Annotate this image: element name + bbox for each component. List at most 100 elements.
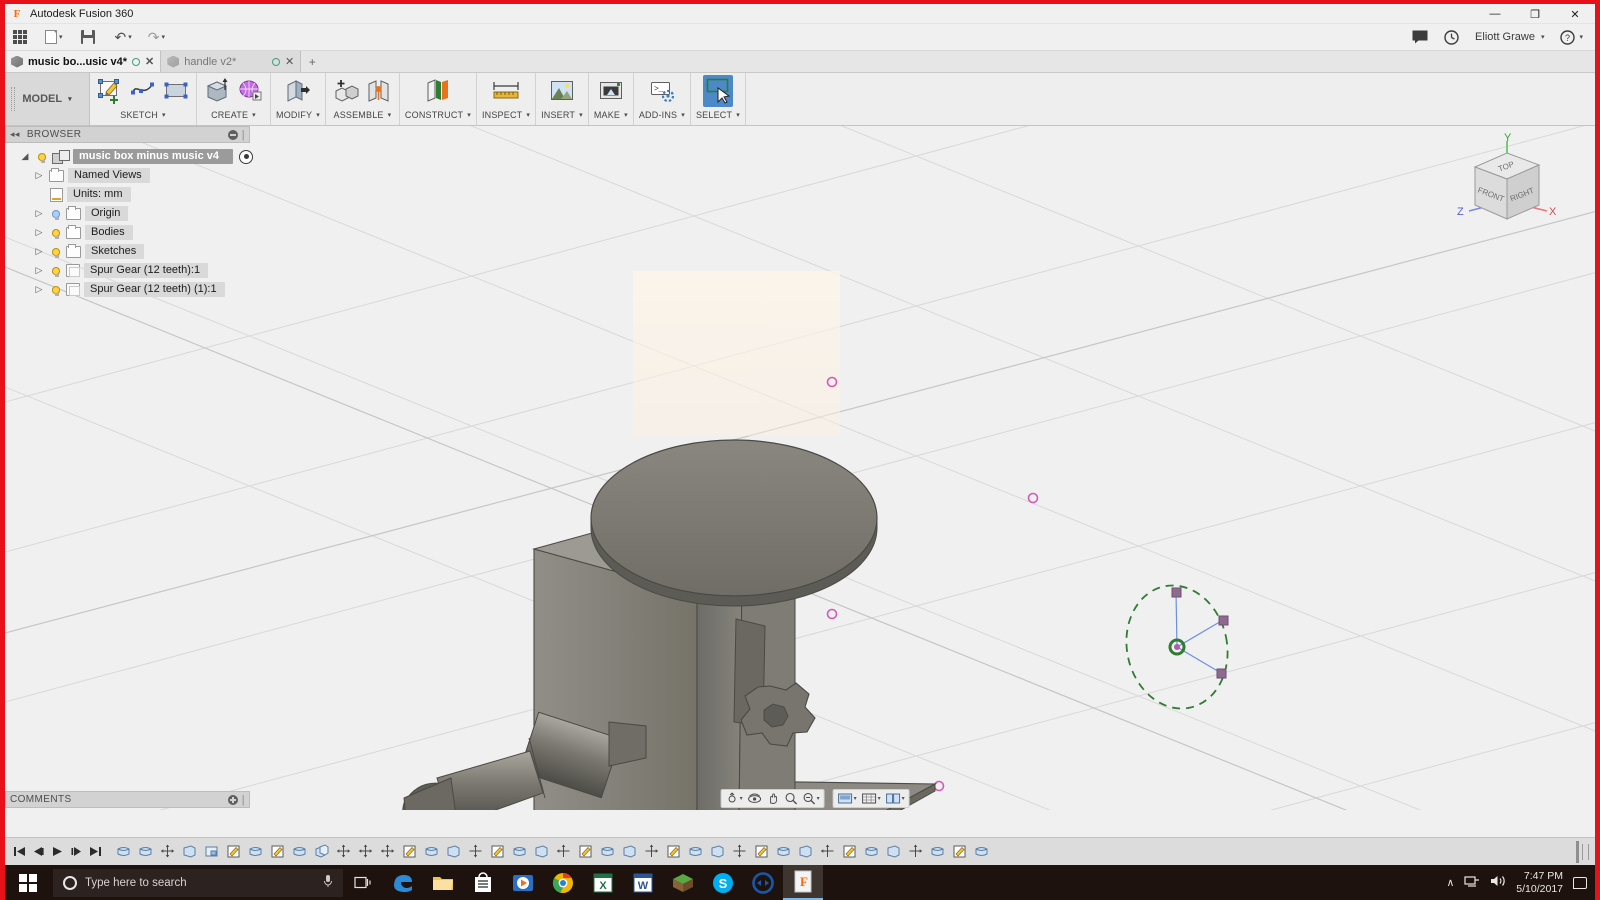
- spline-button[interactable]: [128, 75, 158, 107]
- ribbon-group-label[interactable]: CONSTRUCT ▾: [405, 110, 471, 120]
- action-center-icon[interactable]: [1573, 876, 1587, 889]
- timeline-feature[interactable]: [820, 844, 835, 859]
- ribbon-group-label[interactable]: MAKE ▾: [594, 110, 628, 120]
- timeline-feature[interactable]: [754, 844, 769, 859]
- comments-panel-header[interactable]: COMMENTS |: [5, 791, 250, 808]
- timeline-feature[interactable]: [666, 844, 681, 859]
- close-icon[interactable]: ✕: [285, 55, 294, 68]
- timeline-jump-start-button[interactable]: [13, 845, 26, 858]
- tree-item-origin[interactable]: ▷ Origin: [5, 204, 250, 223]
- timeline-feature[interactable]: [930, 844, 945, 859]
- help-button[interactable]: ? ▾: [1560, 29, 1583, 45]
- expand-twisty-icon[interactable]: ▷: [33, 227, 45, 238]
- timeline-feature[interactable]: [204, 844, 219, 859]
- start-button[interactable]: [5, 865, 51, 900]
- task-view-button[interactable]: [343, 865, 383, 900]
- timeline-feature[interactable]: [424, 844, 439, 859]
- tree-item-bodies[interactable]: ▷ Bodies: [5, 223, 250, 242]
- timeline-feature[interactable]: [732, 844, 747, 859]
- add-comment-icon[interactable]: [227, 794, 238, 805]
- rectangle-button[interactable]: [161, 75, 191, 107]
- file-explorer-button[interactable]: [423, 865, 463, 900]
- browser-minimize-icon[interactable]: [227, 129, 238, 140]
- timeline-step-forward-button[interactable]: [70, 845, 83, 858]
- timeline-feature[interactable]: [512, 844, 527, 859]
- taskbar-search[interactable]: Type here to search: [53, 868, 343, 897]
- collapse-icon[interactable]: ◂◂: [10, 129, 20, 140]
- ribbon-group-label[interactable]: MODIFY ▾: [276, 110, 320, 120]
- timeline-feature[interactable]: [534, 844, 549, 859]
- timeline-playhead[interactable]: [1576, 840, 1579, 863]
- volume-icon[interactable]: [1490, 874, 1506, 891]
- timeline-feature[interactable]: [468, 844, 483, 859]
- expand-twisty-icon[interactable]: ▷: [33, 265, 45, 276]
- timeline-jump-end-button[interactable]: [89, 845, 102, 858]
- timeline-feature[interactable]: [314, 844, 329, 859]
- skype-button[interactable]: S: [703, 865, 743, 900]
- expand-twisty-icon[interactable]: ▷: [33, 170, 45, 181]
- fusion360-button[interactable]: F: [783, 865, 823, 900]
- store-button[interactable]: [463, 865, 503, 900]
- timeline-feature[interactable]: [226, 844, 241, 859]
- panel-grip[interactable]: |: [242, 129, 245, 141]
- timeline-feature[interactable]: [116, 844, 131, 859]
- tree-item-root[interactable]: ◢ music box minus music v4: [5, 147, 253, 166]
- timeline-feature[interactable]: [798, 844, 813, 859]
- workspace-selector[interactable]: MODEL ▾: [5, 73, 90, 125]
- visibility-bulb-icon[interactable]: [49, 245, 62, 259]
- job-status-icon[interactable]: [1444, 29, 1459, 45]
- ribbon-group-label[interactable]: INSERT ▾: [541, 110, 583, 120]
- scripts-addins-button[interactable]: >_: [647, 75, 677, 107]
- look-at-button[interactable]: [746, 791, 764, 807]
- press-pull-button[interactable]: [283, 75, 313, 107]
- visibility-bulb-icon[interactable]: [49, 264, 62, 278]
- teamviewer-button[interactable]: [743, 865, 783, 900]
- taskbar-clock[interactable]: 7:47 PM 5/10/2017: [1516, 870, 1563, 894]
- tree-item-sketches[interactable]: ▷ Sketches: [5, 242, 250, 261]
- timeline-feature[interactable]: [358, 844, 373, 859]
- tree-item-spur-gear-2[interactable]: ▷ Spur Gear (12 teeth) (1):1: [5, 280, 250, 299]
- account-menu[interactable]: Eliott Grawe ▾: [1475, 31, 1544, 43]
- timeline-feature[interactable]: [138, 844, 153, 859]
- timeline-feature[interactable]: [380, 844, 395, 859]
- minimize-button[interactable]: —: [1475, 4, 1515, 24]
- timeline-step-back-button[interactable]: [32, 845, 45, 858]
- excel-button[interactable]: X: [583, 865, 623, 900]
- visibility-bulb-icon[interactable]: [35, 150, 48, 164]
- joint-button[interactable]: [364, 75, 394, 107]
- 3d-print-button[interactable]: [596, 75, 626, 107]
- panel-grip[interactable]: |: [242, 794, 245, 806]
- extrude-button[interactable]: [202, 75, 232, 107]
- timeline-feature[interactable]: [710, 844, 725, 859]
- comments-notification-icon[interactable]: [1412, 30, 1428, 44]
- timeline-feature[interactable]: [952, 844, 967, 859]
- expand-twisty-icon[interactable]: ▷: [33, 246, 45, 257]
- new-tab-button[interactable]: +: [301, 51, 324, 72]
- view-cube[interactable]: Y Z X TOP FRONT RIGHT: [1447, 131, 1567, 241]
- timeline-feature[interactable]: [446, 844, 461, 859]
- zoom-window-button[interactable]: ▾: [801, 791, 822, 807]
- timeline-feature[interactable]: [336, 844, 351, 859]
- microphone-icon[interactable]: [323, 874, 333, 891]
- expand-twisty-icon[interactable]: ◢: [19, 151, 31, 162]
- timeline-feature[interactable]: [644, 844, 659, 859]
- grid-snaps-button[interactable]: ▾: [860, 791, 883, 807]
- maximize-button[interactable]: ❐: [1515, 4, 1555, 24]
- visibility-bulb-icon[interactable]: [49, 226, 62, 240]
- create-sketch-button[interactable]: [95, 75, 125, 107]
- ribbon-group-label[interactable]: ASSEMBLE ▾: [334, 110, 392, 120]
- tree-item-units[interactable]: Units: mm: [5, 185, 250, 204]
- timeline-feature[interactable]: [490, 844, 505, 859]
- redo-button[interactable]: ↷ ▾: [145, 25, 168, 49]
- display-settings-button[interactable]: ▾: [836, 791, 859, 807]
- timeline-feature[interactable]: [688, 844, 703, 859]
- expand-twisty-icon[interactable]: ▷: [33, 284, 45, 295]
- tree-item-named-views[interactable]: ▷ Named Views: [5, 166, 250, 185]
- new-component-button[interactable]: [331, 75, 361, 107]
- viewports-button[interactable]: ▾: [884, 791, 907, 807]
- save-button[interactable]: [78, 25, 98, 49]
- ribbon-group-label[interactable]: ADD-INS ▾: [639, 110, 685, 120]
- edge-button[interactable]: [383, 865, 423, 900]
- ribbon-group-label[interactable]: INSPECT ▾: [482, 110, 530, 120]
- timeline-feature[interactable]: [292, 844, 307, 859]
